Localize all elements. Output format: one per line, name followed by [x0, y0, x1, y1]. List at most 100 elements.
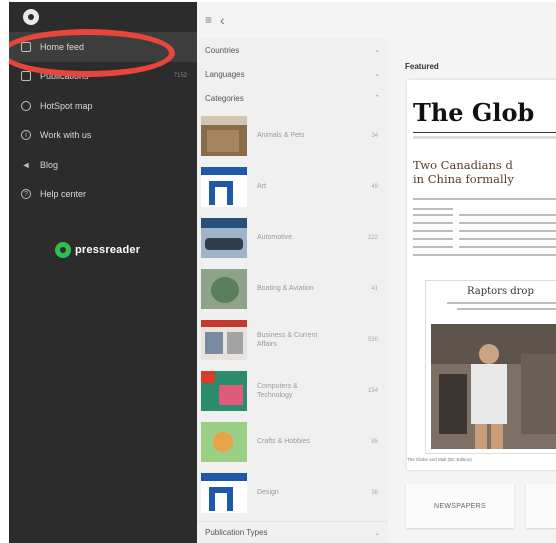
sidebar-item-work-with-us[interactable]: i Work with us [9, 121, 197, 151]
headline-line-2: in China formally [413, 172, 514, 186]
category-item[interactable]: Boating & Aviation 41 [197, 263, 388, 314]
text-line [447, 302, 556, 304]
filter-label: Publication Types [205, 528, 268, 537]
hotspot-icon [21, 100, 31, 111]
filter-categories[interactable]: Categories ⌃ [197, 86, 388, 110]
filter-countries[interactable]: Countries ⌄ [197, 38, 388, 62]
pressreader-logo-icon [55, 242, 71, 258]
text-line [413, 230, 453, 232]
text-line [459, 246, 556, 248]
category-label: Animals & Pets [257, 132, 305, 139]
filter-publication-types[interactable]: Publication Types ⌄ [197, 521, 388, 543]
user-icon [28, 14, 34, 20]
help-icon: ? [21, 189, 31, 200]
category-item[interactable]: Business & Current Affairs 530 [197, 314, 388, 365]
text-line [459, 230, 556, 232]
text-line [413, 238, 453, 240]
main-content: Featured The Glob Two Canadians d in Chi… [388, 38, 556, 543]
divider [413, 132, 556, 133]
magazine-cover [201, 268, 247, 309]
magazine-cover [201, 319, 247, 360]
sidebar-item-label: Blog [40, 159, 59, 170]
text-line [413, 246, 453, 248]
newspaper-caption: The Globe and Mail (BC Edition) [407, 457, 472, 462]
sidebar-item-label: Help center [40, 189, 87, 200]
filter-label: Categories [205, 93, 244, 103]
category-item[interactable]: Crafts & Hobbies 85 [197, 416, 388, 467]
sidebar-item-hotspot-map[interactable]: HotSpot map [9, 91, 197, 121]
category-label: Computers & Technology [257, 382, 298, 399]
megaphone-icon: ◄ [21, 159, 31, 170]
category-item[interactable]: Computers & Technology 154 [197, 365, 388, 416]
category-item[interactable]: Art 49 [197, 161, 388, 212]
filter-languages[interactable]: Languages ⌄ [197, 62, 388, 86]
avatar[interactable] [23, 9, 39, 25]
tile-magazines[interactable]: M [526, 484, 556, 528]
magazine-cover [201, 472, 247, 513]
sidebar-item-label: Work with us [40, 130, 92, 141]
menu-icon[interactable]: ≡ [205, 13, 212, 27]
magazine-cover [201, 115, 247, 156]
category-label: Boating & Aviation [257, 285, 314, 292]
basketball-photo [431, 324, 556, 449]
headline-line-1: Two Canadians d [413, 158, 513, 172]
text-line [413, 198, 556, 200]
sidebar-item-blog[interactable]: ◄ Blog [9, 150, 197, 180]
text-line [459, 238, 556, 240]
tile-label: NEWSPAPERS [434, 502, 486, 510]
sidebar-item-label: Home feed [40, 41, 85, 52]
photo-headline: Raptors drop [467, 286, 534, 297]
text-line [457, 308, 556, 310]
publication-type-tiles: NEWSPAPERS M [406, 484, 556, 528]
category-label: Automotive [257, 234, 293, 241]
category-panel: Countries ⌄ Languages ⌄ Categories ⌃ Ani… [197, 38, 388, 543]
sidebar-header [9, 2, 197, 32]
sidebar-item-help-center[interactable]: ? Help center [9, 180, 197, 210]
text-line [413, 222, 453, 224]
sidebar-item-publications[interactable]: Publications 7152 [9, 62, 197, 92]
magazine-cover [201, 421, 247, 462]
text-line [413, 214, 453, 216]
magazine-cover [201, 217, 247, 258]
sidebar-nav: Home feed Publications 7152 HotSpot map … [9, 32, 197, 209]
category-item[interactable]: Design 38 [197, 467, 388, 518]
chevron-down-icon: ⌄ [374, 71, 380, 78]
category-count: 530 [367, 336, 378, 343]
category-count: 85 [371, 438, 378, 445]
category-count: 38 [371, 489, 378, 496]
newspaper-masthead: The Glob [413, 98, 535, 127]
sidebar-item-label: HotSpot map [40, 100, 93, 111]
info-icon: i [21, 130, 31, 141]
text-line [459, 214, 556, 216]
filter-label: Countries [205, 45, 240, 55]
divider [413, 136, 556, 139]
category-count: 49 [371, 183, 378, 190]
top-toolbar: ≡ ‹ [197, 2, 556, 39]
home-icon [21, 41, 31, 52]
publications-count: 7152 [173, 73, 187, 80]
category-label: Art [257, 183, 266, 190]
category-count: 34 [371, 132, 378, 139]
category-label: Business & Current Affairs [257, 331, 318, 348]
chevron-down-icon: ⌄ [374, 529, 380, 537]
category-count: 154 [367, 387, 378, 394]
category-count: 222 [367, 234, 378, 241]
category-item[interactable]: Animals & Pets 34 [197, 110, 388, 161]
category-count: 41 [371, 285, 378, 292]
chevron-up-icon: ⌃ [374, 95, 380, 102]
text-line [413, 208, 453, 210]
featured-newspaper[interactable]: The Glob Two Canadians d in China formal… [407, 80, 556, 470]
sidebar-item-home-feed[interactable]: Home feed [9, 32, 197, 62]
magazine-cover [201, 166, 247, 207]
category-label: Design [257, 489, 279, 496]
pressreader-logo[interactable]: pressreader [55, 242, 140, 258]
publications-icon [21, 71, 31, 82]
tile-newspapers[interactable]: NEWSPAPERS [406, 484, 514, 528]
text-line [413, 254, 556, 256]
text-line [459, 222, 556, 224]
filter-label: Languages [205, 69, 245, 79]
logo-text: pressreader [75, 244, 141, 256]
magazine-cover [201, 370, 247, 411]
back-arrow-icon[interactable]: ‹ [220, 12, 225, 28]
category-item[interactable]: Automotive 222 [197, 212, 388, 263]
